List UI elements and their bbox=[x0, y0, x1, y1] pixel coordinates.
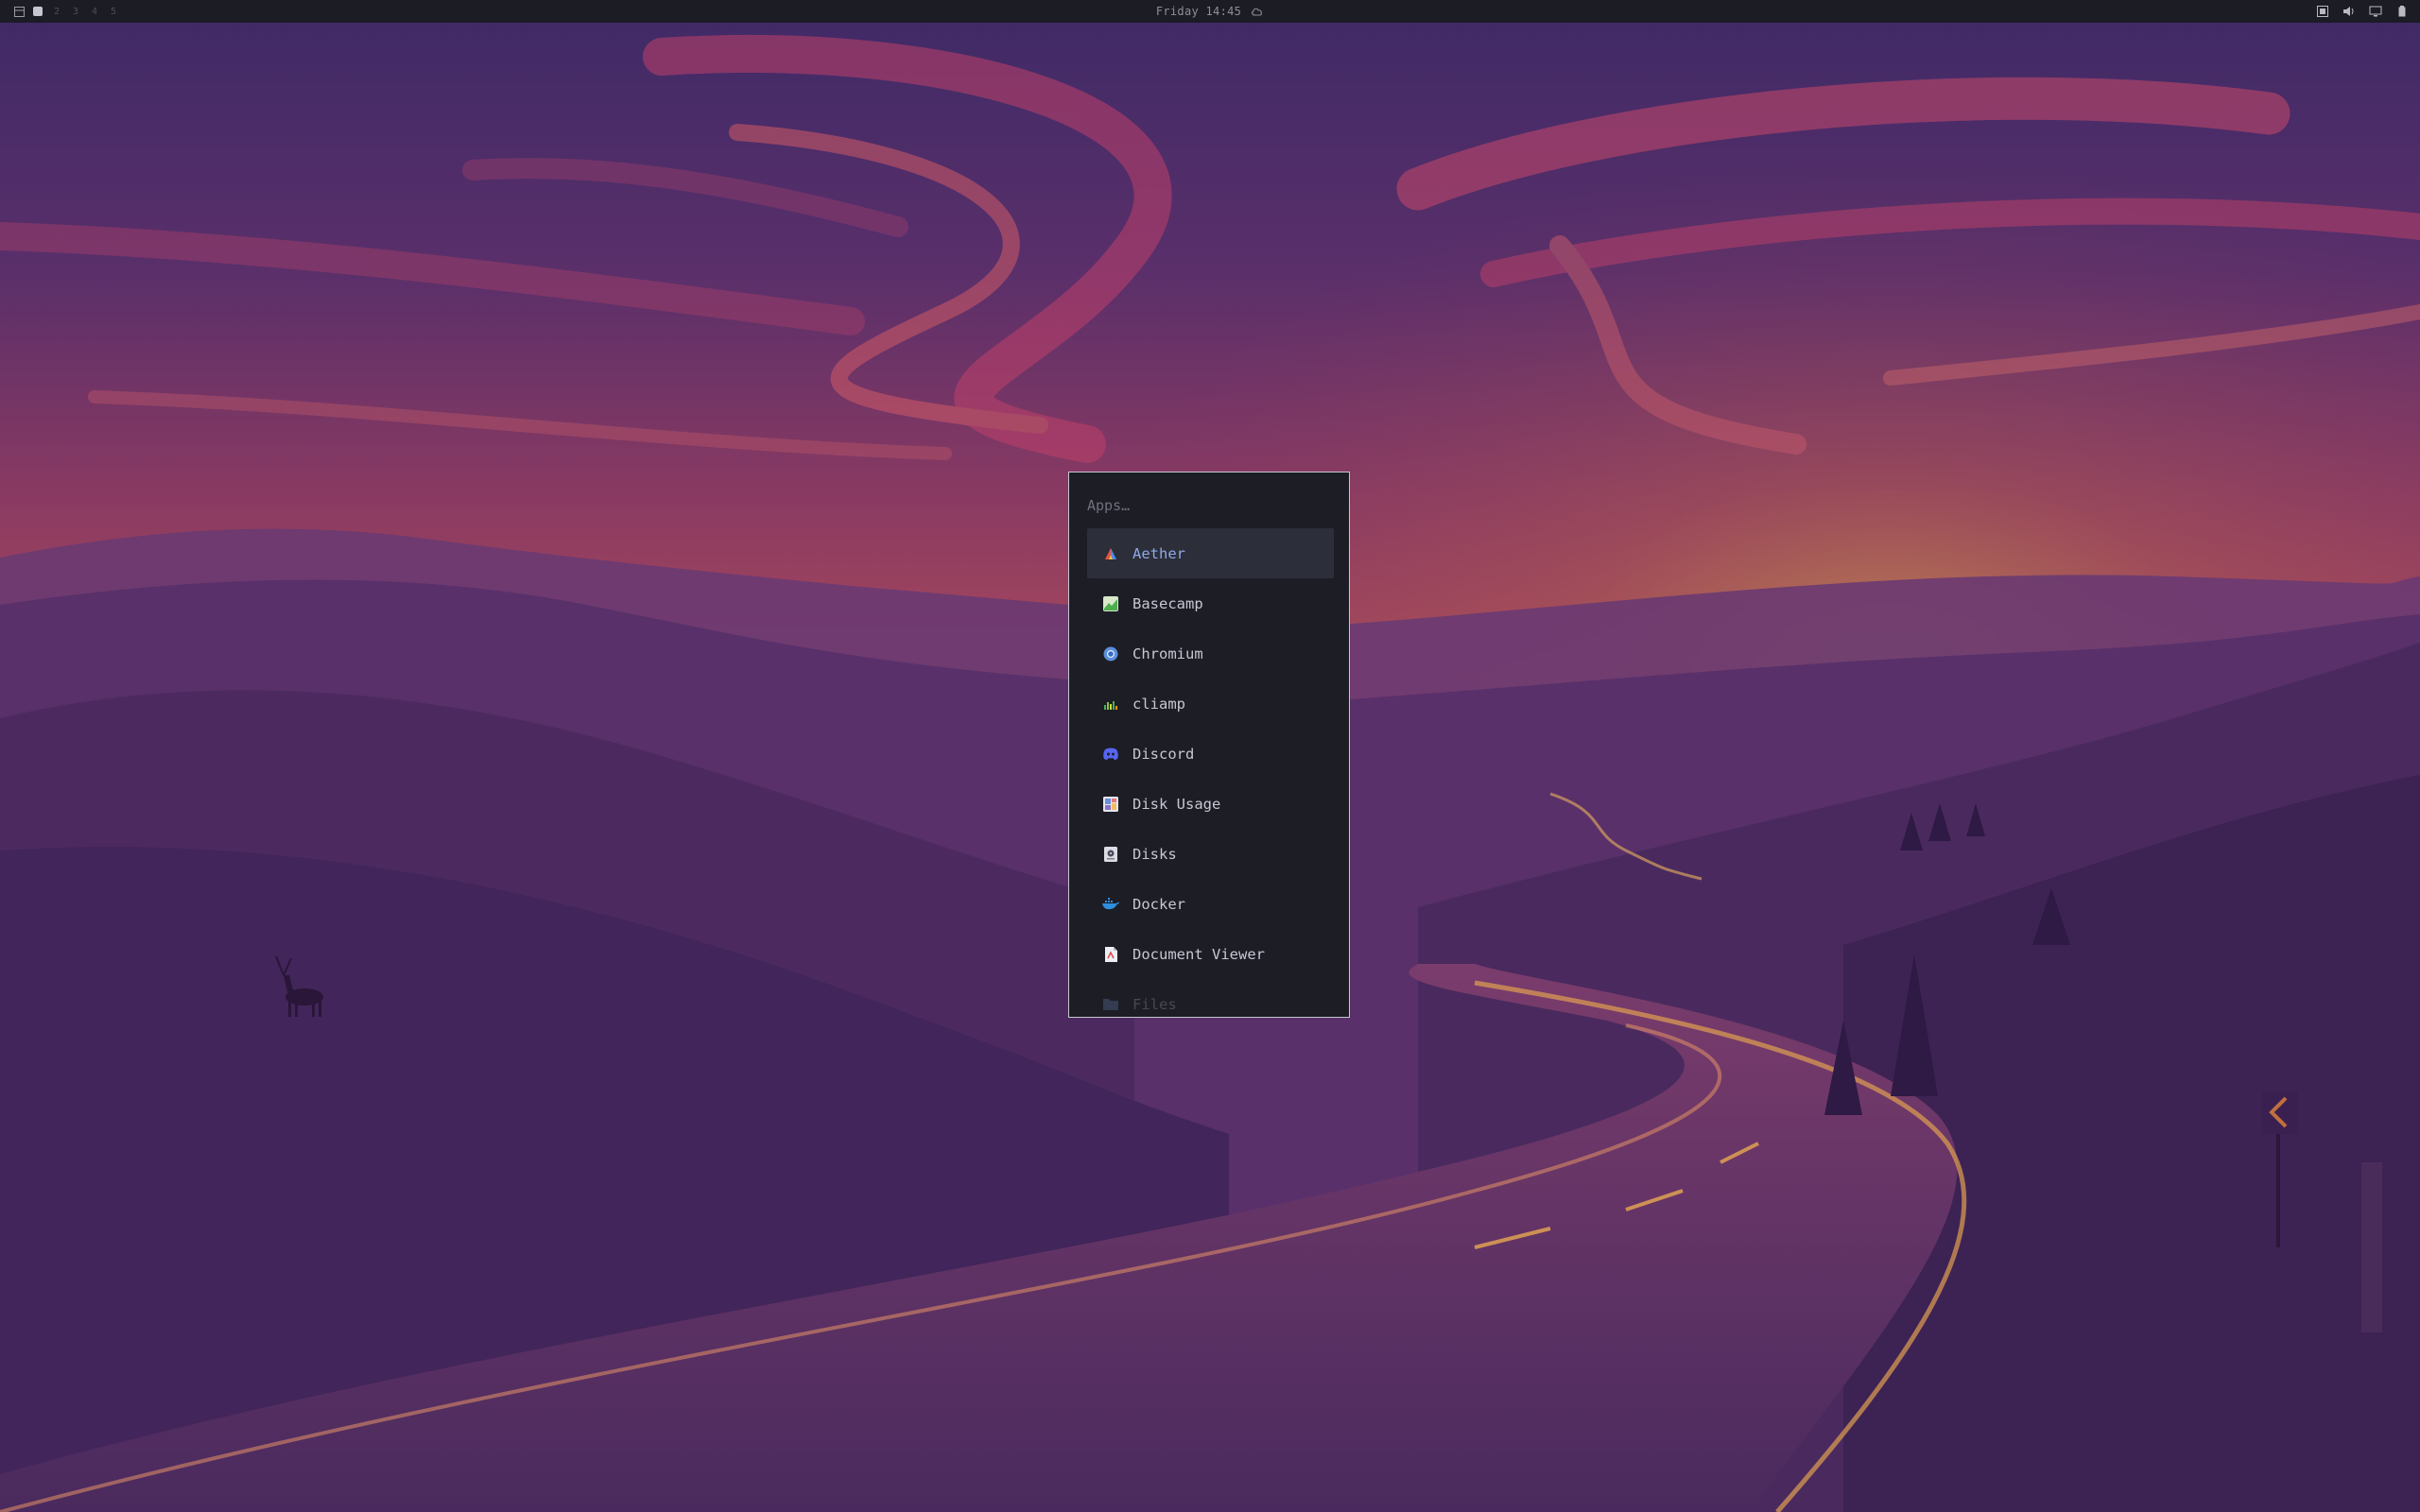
layout-icon[interactable] bbox=[13, 6, 25, 17]
basecamp-icon bbox=[1102, 595, 1119, 612]
app-label: cliamp bbox=[1132, 695, 1185, 713]
app-list: Aether Basecamp Chromium cliamp Discord bbox=[1087, 528, 1334, 1017]
chromium-icon bbox=[1102, 645, 1119, 662]
top-bar: 2 3 4 5 Friday 14:45 bbox=[0, 0, 2420, 23]
volume-icon[interactable] bbox=[2342, 5, 2356, 18]
disk-usage-icon bbox=[1102, 796, 1119, 813]
app-item-discord[interactable]: Discord bbox=[1087, 729, 1334, 779]
app-label: Discord bbox=[1132, 745, 1195, 763]
disks-icon bbox=[1102, 846, 1119, 863]
workspace-4[interactable]: 4 bbox=[89, 7, 100, 17]
workspace-1-active[interactable] bbox=[32, 6, 43, 17]
display-icon[interactable] bbox=[2369, 5, 2382, 18]
app-label: Files bbox=[1132, 995, 1177, 1013]
weather-icon[interactable] bbox=[1251, 5, 1264, 18]
app-item-disks[interactable]: Disks bbox=[1087, 829, 1334, 879]
cliamp-icon bbox=[1102, 696, 1119, 713]
app-launcher: Aether Basecamp Chromium cliamp Discord bbox=[1068, 472, 1350, 1018]
app-item-chromium[interactable]: Chromium bbox=[1087, 628, 1334, 679]
app-item-docker[interactable]: Docker bbox=[1087, 879, 1334, 929]
search-input[interactable] bbox=[1087, 497, 1323, 514]
discord-icon bbox=[1102, 746, 1119, 763]
files-icon bbox=[1102, 996, 1119, 1013]
app-item-files[interactable]: Files bbox=[1087, 979, 1334, 1017]
app-label: Disk Usage bbox=[1132, 795, 1221, 813]
docker-icon bbox=[1102, 896, 1119, 913]
document-viewer-icon bbox=[1102, 946, 1119, 963]
app-label: Disks bbox=[1132, 845, 1177, 863]
workspace-2[interactable]: 2 bbox=[51, 7, 62, 17]
workspace-switcher: 2 3 4 5 bbox=[13, 0, 119, 23]
app-item-document-viewer[interactable]: Document Viewer bbox=[1087, 929, 1334, 979]
app-label: Docker bbox=[1132, 895, 1185, 913]
workspace-5[interactable]: 5 bbox=[108, 7, 119, 17]
app-item-disk-usage[interactable]: Disk Usage bbox=[1087, 779, 1334, 829]
app-item-basecamp[interactable]: Basecamp bbox=[1087, 578, 1334, 628]
app-label: Chromium bbox=[1132, 644, 1203, 662]
aether-icon bbox=[1102, 545, 1119, 562]
app-label: Document Viewer bbox=[1132, 945, 1265, 963]
app-label: Basecamp bbox=[1132, 594, 1203, 612]
app-label: Aether bbox=[1132, 544, 1185, 562]
battery-icon[interactable] bbox=[2395, 5, 2409, 18]
clock[interactable]: Friday 14:45 bbox=[1156, 5, 1241, 18]
app-item-aether[interactable]: Aether bbox=[1087, 528, 1334, 578]
app-item-cliamp[interactable]: cliamp bbox=[1087, 679, 1334, 729]
screenshot-icon[interactable] bbox=[2316, 5, 2329, 18]
workspace-3[interactable]: 3 bbox=[70, 7, 81, 17]
